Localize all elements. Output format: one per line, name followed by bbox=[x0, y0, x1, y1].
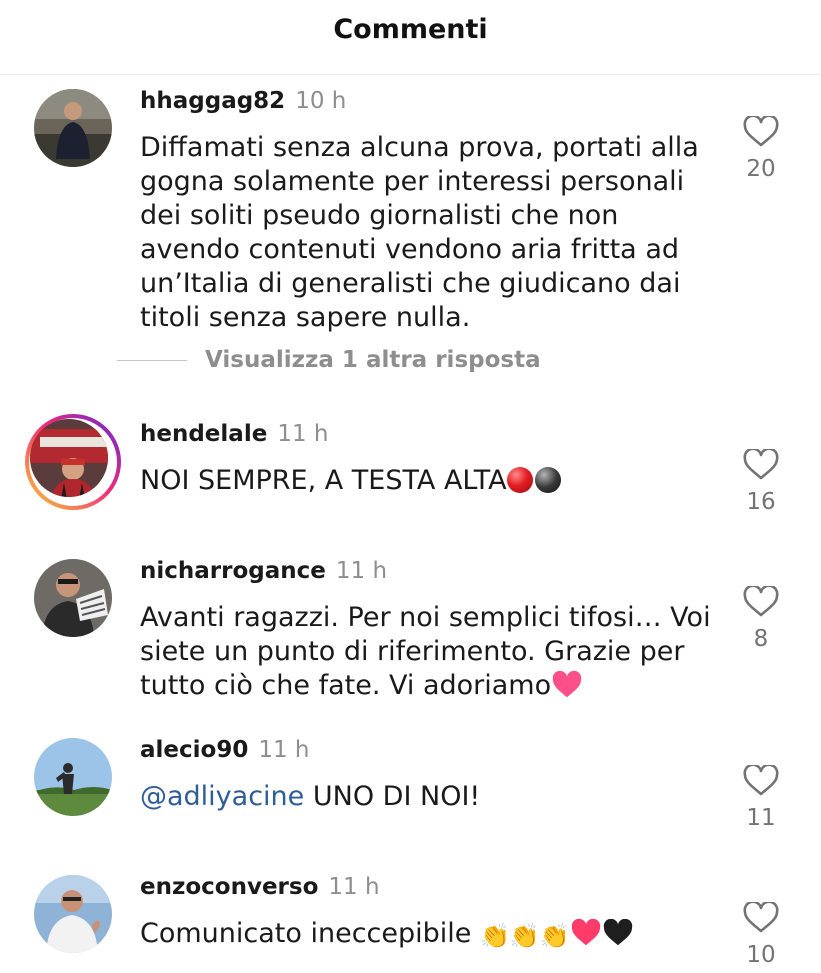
comment-meta: enzoconverso 11 h bbox=[140, 874, 380, 900]
like-count: 16 bbox=[746, 489, 776, 515]
heart-outline-icon bbox=[743, 116, 779, 147]
comment-body: Avanti ragazzi. Per noi semplici tifosi…… bbox=[140, 602, 711, 701]
avatar[interactable] bbox=[34, 875, 112, 953]
page-title: Commenti bbox=[333, 14, 488, 45]
heart-outline-icon bbox=[743, 765, 779, 796]
heart-outline-icon bbox=[743, 449, 779, 480]
comment-meta: hendelale 11 h bbox=[140, 421, 328, 447]
clapping-hands-icon: 👏 bbox=[509, 922, 540, 950]
comment-body: Comunicato ineccepibile bbox=[140, 918, 480, 949]
like-button[interactable]: 16 bbox=[731, 449, 791, 515]
like-count: 10 bbox=[746, 942, 776, 968]
heart-outline-icon bbox=[743, 586, 779, 617]
timestamp: 11 h bbox=[258, 737, 310, 763]
comment-body: UNO DI NOI! bbox=[304, 781, 481, 812]
like-button[interactable]: 10 bbox=[731, 902, 791, 968]
pink-heart-icon bbox=[552, 671, 582, 698]
avatar[interactable] bbox=[34, 559, 112, 637]
comment-text: Comunicato ineccepibile 👏👏👏 bbox=[140, 917, 720, 951]
clapping-hands-icon: 👏 bbox=[539, 922, 570, 950]
username[interactable]: nicharrogance bbox=[140, 558, 326, 584]
username[interactable]: hhaggag82 bbox=[140, 88, 285, 114]
story-ring[interactable] bbox=[25, 414, 121, 510]
username[interactable]: enzoconverso bbox=[140, 874, 318, 900]
view-replies-button[interactable]: Visualizza 1 altra risposta bbox=[117, 347, 541, 373]
like-button[interactable]: 11 bbox=[731, 765, 791, 831]
heart-outline-icon bbox=[743, 902, 779, 933]
like-button[interactable]: 20 bbox=[731, 116, 791, 182]
like-button[interactable]: 8 bbox=[731, 586, 791, 652]
avatar[interactable] bbox=[34, 738, 112, 816]
black-heart-icon bbox=[603, 919, 632, 946]
comment-text: Diffamati senza alcuna prova, portati al… bbox=[140, 132, 699, 333]
like-count: 8 bbox=[753, 626, 769, 652]
black-ball-icon bbox=[534, 467, 561, 493]
replies-divider bbox=[117, 360, 187, 361]
comment-meta: hhaggag82 10 h bbox=[140, 88, 346, 114]
comment-text: Avanti ragazzi. Per noi semplici tifosi…… bbox=[140, 601, 720, 703]
comment-meta: alecio90 11 h bbox=[140, 737, 310, 763]
mention-link[interactable]: @adliyacine bbox=[140, 781, 304, 812]
username[interactable]: alecio90 bbox=[140, 737, 248, 763]
like-count: 11 bbox=[746, 805, 776, 831]
timestamp: 10 h bbox=[295, 88, 347, 114]
comment-text: NOI SEMPRE, A TESTA ALTA bbox=[140, 464, 720, 498]
avatar[interactable] bbox=[30, 419, 108, 497]
timestamp: 11 h bbox=[335, 558, 388, 584]
comment-body: NOI SEMPRE, A TESTA ALTA bbox=[140, 465, 507, 496]
view-replies-label: Visualizza 1 altra risposta bbox=[205, 347, 541, 373]
comment-text: @adliyacine UNO DI NOI! bbox=[140, 780, 720, 814]
red-ball-icon bbox=[506, 467, 533, 493]
like-count: 20 bbox=[746, 156, 776, 182]
timestamp: 11 h bbox=[277, 421, 329, 447]
clapping-hands-icon: 👏 bbox=[479, 922, 510, 950]
timestamp: 11 h bbox=[328, 874, 380, 900]
avatar[interactable] bbox=[34, 89, 112, 167]
comments-header: Commenti bbox=[0, 0, 821, 75]
comment-meta: nicharrogance 11 h bbox=[140, 558, 387, 584]
red-heart-icon bbox=[571, 919, 600, 946]
username[interactable]: hendelale bbox=[140, 421, 267, 447]
